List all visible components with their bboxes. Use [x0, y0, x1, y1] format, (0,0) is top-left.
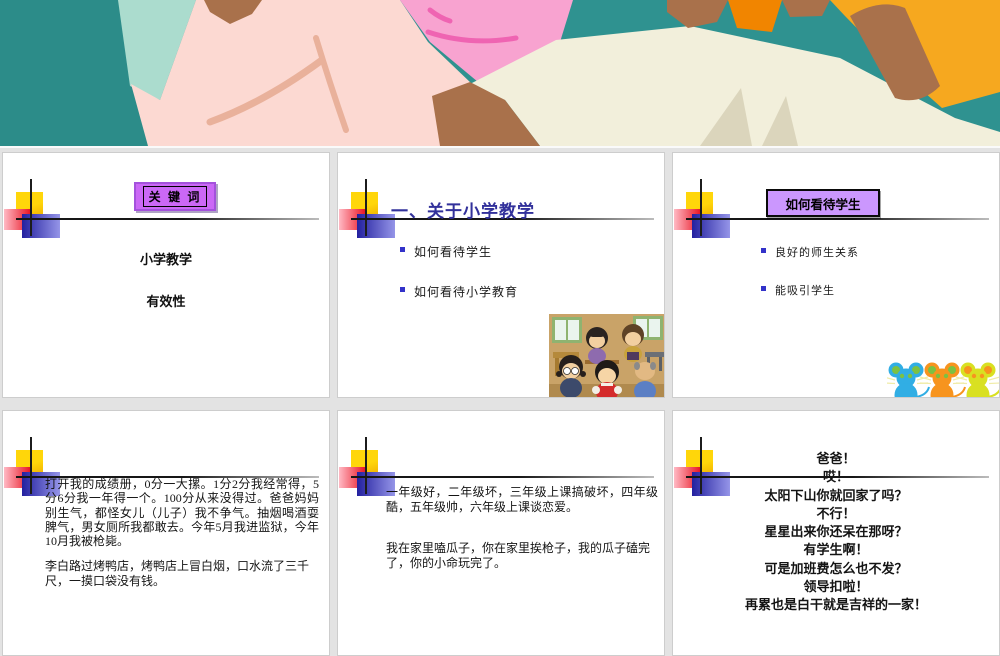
bullet-square-icon [400, 287, 405, 292]
dialog-line: 太阳下山你就回家了吗？ [764, 487, 908, 503]
keyword-line-2: 有效性 [146, 294, 186, 309]
dialog-line: 哎！ [822, 469, 849, 485]
accent-horizontal-line [686, 218, 989, 220]
bullet-item: 如何看待学生 [400, 243, 492, 260]
slide-thumbnail-6[interactable]: 爸爸！ 哎！ 太阳下山你就回家了吗？ 不行！ 星星出来你还呆在那呀？ 有学生啊！… [672, 410, 1000, 656]
dialog-line: 星星出来你还呆在那呀？ [764, 524, 908, 540]
accent-vertical-line [700, 179, 702, 236]
accent-vertical-line [30, 437, 32, 494]
banner-slide-illustration[interactable] [0, 0, 1000, 146]
dialog-line: 有学生啊！ [803, 542, 869, 558]
bullet-item: 良好的师生关系 [761, 244, 859, 260]
cartoon-illustration [0, 0, 1000, 146]
keyword-title-box: 关 键 词 [134, 182, 216, 211]
paragraph: 李白路过烤鸭店，烤鸭店上冒白烟，口水流了三千尺，一摸口袋没有钱。 [45, 559, 310, 588]
slide-body-text: 打开我的成绩册，0分一大摞。1分2分我经常得，5分6分我一年得一个。100分从来… [45, 477, 319, 588]
slide-thumbnail-1[interactable]: 关 键 词 小学教学 有效性 [2, 152, 330, 398]
accent-vertical-line [365, 437, 367, 494]
boxed-slide-title: 如何看待学生 [766, 189, 880, 217]
accent-vertical-line [365, 179, 367, 236]
dialog-line: 领导扣啦！ [803, 579, 869, 595]
dialog-line: 再累也是白干就是吉祥的一家！ [744, 597, 927, 613]
bullet-item: 能吸引学生 [761, 282, 835, 298]
slide-body-text: 爸爸！ 哎！ 太阳下山你就回家了吗？ 不行！ 星星出来你还呆在那呀？ 有学生啊！… [673, 450, 999, 615]
slide-thumbnail-2[interactable]: 一、关于小学教学 如何看待学生 如何看待小学教育 [337, 152, 665, 398]
accent-vertical-line [30, 179, 32, 236]
three-mice-icon [887, 362, 999, 397]
bullet-text: 如何看待学生 [414, 245, 493, 259]
dialog-line: 不行！ [816, 505, 856, 521]
slide-title: 一、关于小学教学 [391, 202, 535, 221]
keyword-title-text: 关 键 词 [142, 186, 208, 207]
paragraph: 打开我的成绩册，0分一大摞。1分2分我经常得，5分6分我一年得一个。100分从来… [45, 477, 319, 549]
paragraph: 我在家里嗑瓜子，你在家里挨枪子，我的瓜子磕完了，你的小命玩完了。 [386, 541, 651, 570]
slide-thumbnail-4[interactable]: 打开我的成绩册，0分一大摞。1分2分我经常得，5分6分我一年得一个。100分从来… [2, 410, 330, 656]
bullet-square-icon [761, 286, 766, 291]
bullet-text: 良好的师生关系 [775, 247, 859, 259]
paragraph: 一年级好，二年级坏，三年级上课搞破坏，四年级酷，五年级帅，六年级上课谈恋爱。 [386, 485, 658, 514]
accent-horizontal-line [16, 218, 319, 220]
bullet-square-icon [761, 248, 766, 253]
bullet-item: 如何看待小学教育 [400, 283, 518, 300]
keyword-line-1: 小学教学 [139, 252, 192, 267]
slide-thumbnail-5[interactable]: 一年级好，二年级坏，三年级上课搞破坏，四年级酷，五年级帅，六年级上课谈恋爱。 我… [337, 410, 665, 656]
slide-body-text: 一年级好，二年级坏，三年级上课搞破坏，四年级酷，五年级帅，六年级上课谈恋爱。 我… [386, 485, 658, 570]
accent-horizontal-line [351, 476, 654, 478]
dialog-line: 可是加班费怎么也不发？ [764, 560, 908, 576]
dialog-line: 爸爸！ [816, 451, 856, 466]
classroom-figurines-image [549, 314, 664, 397]
bullet-text: 如何看待小学教育 [414, 285, 519, 299]
slide-thumbnail-3[interactable]: 如何看待学生 良好的师生关系 能吸引学生 [672, 152, 1000, 398]
bullet-square-icon [400, 247, 405, 252]
bullet-text: 能吸引学生 [775, 285, 835, 297]
